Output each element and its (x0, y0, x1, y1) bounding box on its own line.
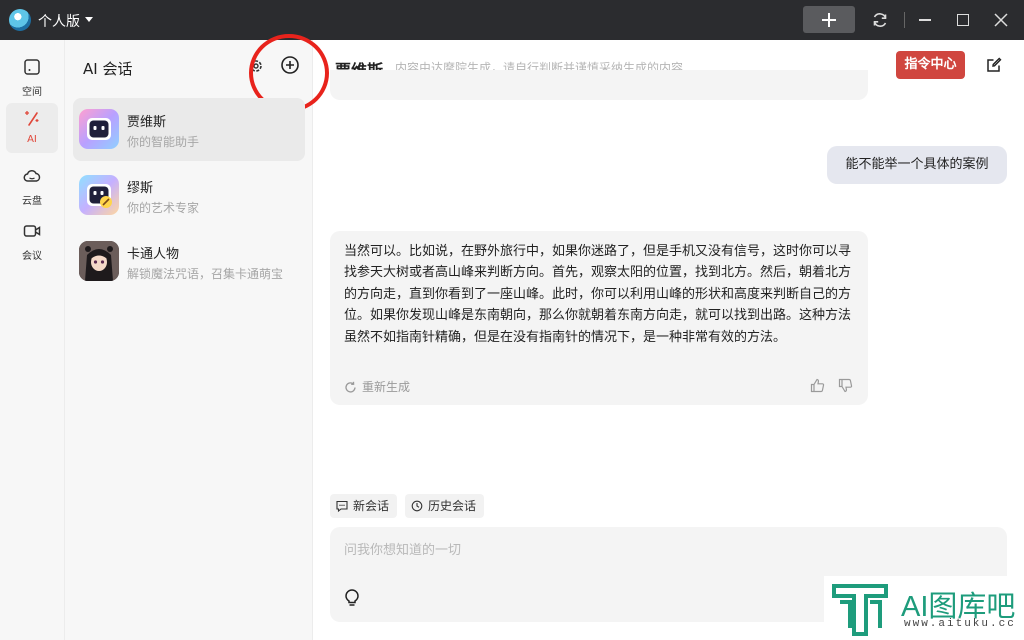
rail-item-meeting[interactable]: 会议 (6, 216, 58, 266)
regenerate-button[interactable]: 重新生成 (344, 378, 410, 395)
space-icon (24, 59, 40, 75)
new-chat-label: 新会话 (353, 499, 390, 513)
session-item-cartoon[interactable]: 卡通人物 解锁魔法咒语，召集卡通萌宝 (73, 230, 305, 293)
thumbs-up-icon[interactable] (810, 378, 825, 393)
chevron-down-icon[interactable] (85, 17, 93, 22)
session-item-muse[interactable]: 缪斯 你的艺术专家 (73, 164, 305, 227)
session-name: 贾维斯 (127, 115, 167, 130)
muse-avatar (79, 175, 119, 215)
session-name: 卡通人物 (127, 247, 180, 262)
history-icon (411, 500, 423, 512)
session-desc: 你的艺术专家 (127, 201, 200, 215)
history-button[interactable]: 历史会话 (405, 494, 485, 518)
rail-label-meeting: 会议 (22, 251, 42, 262)
command-center-button[interactable]: 指令中心 (896, 51, 965, 79)
magic-wand-icon (25, 111, 39, 126)
user-avatar[interactable] (9, 9, 31, 31)
new-button[interactable] (803, 6, 855, 33)
sync-icon[interactable] (871, 11, 889, 29)
rail-label-cloud: 云盘 (22, 196, 42, 207)
ai-message: 当然可以。比如说，在野外旅行中，如果你迷路了，但是手机又没有信号，这时你可以寻找… (330, 231, 868, 405)
session-desc: 解锁魔法咒语，召集卡通萌宝 (127, 267, 284, 281)
rail-label-ai: AI (27, 134, 37, 145)
close-icon[interactable] (993, 12, 1009, 28)
divider (904, 12, 905, 28)
session-panel-title: AI 会话 (83, 60, 133, 78)
rail-item-space[interactable]: 空间 (6, 52, 58, 102)
rail-label-space: 空间 (22, 87, 42, 98)
session-desc: 你的智能助手 (127, 135, 200, 149)
watermark: AI图库吧 www.aituku.cc (824, 576, 1024, 640)
session-item-jarvis[interactable]: 贾维斯 你的智能助手 (73, 98, 305, 161)
jarvis-avatar (79, 109, 119, 149)
chat-input[interactable] (344, 539, 984, 561)
title-bar: 个人版 (0, 0, 1024, 40)
history-label: 历史会话 (428, 499, 477, 513)
session-name: 缪斯 (127, 181, 154, 196)
cartoon-avatar (79, 241, 119, 281)
nav-rail: 空间 AI 云盘 会议 (0, 40, 65, 640)
thumbs-down-icon[interactable] (838, 378, 853, 393)
session-panel: AI 会话 贾维斯 你的智能助手 缪斯 你的艺术专家 卡通人物 解锁魔法咒语，召… (65, 34, 329, 640)
rail-item-cloud[interactable]: 云盘 (6, 161, 58, 211)
cloud-icon (23, 169, 41, 182)
rail-item-ai[interactable]: AI (6, 103, 58, 153)
lightbulb-icon[interactable] (344, 589, 360, 607)
watermark-url: www.aituku.cc (904, 618, 1016, 630)
aituku-logo (832, 584, 888, 636)
maximize-button[interactable] (957, 14, 969, 26)
previous-message-bubble (330, 70, 868, 100)
artist-face-icon (87, 184, 112, 208)
regenerate-label: 重新生成 (362, 380, 411, 394)
user-message: 能不能举一个具体的案例 (827, 146, 1007, 184)
ai-message-text: 当然可以。比如说，在野外旅行中，如果你迷路了，但是手机又没有信号，这时你可以寻找… (344, 244, 852, 345)
edit-icon[interactable] (985, 56, 1003, 74)
new-chat-button[interactable]: 新会话 (330, 494, 398, 518)
refresh-icon (345, 381, 356, 393)
video-icon (23, 225, 41, 237)
chat-bubble-icon (336, 500, 348, 513)
cartoon-character-icon (79, 241, 119, 281)
edition-title[interactable]: 个人版 (38, 11, 80, 31)
robot-face-icon (87, 118, 111, 140)
minimize-button[interactable] (919, 19, 931, 21)
